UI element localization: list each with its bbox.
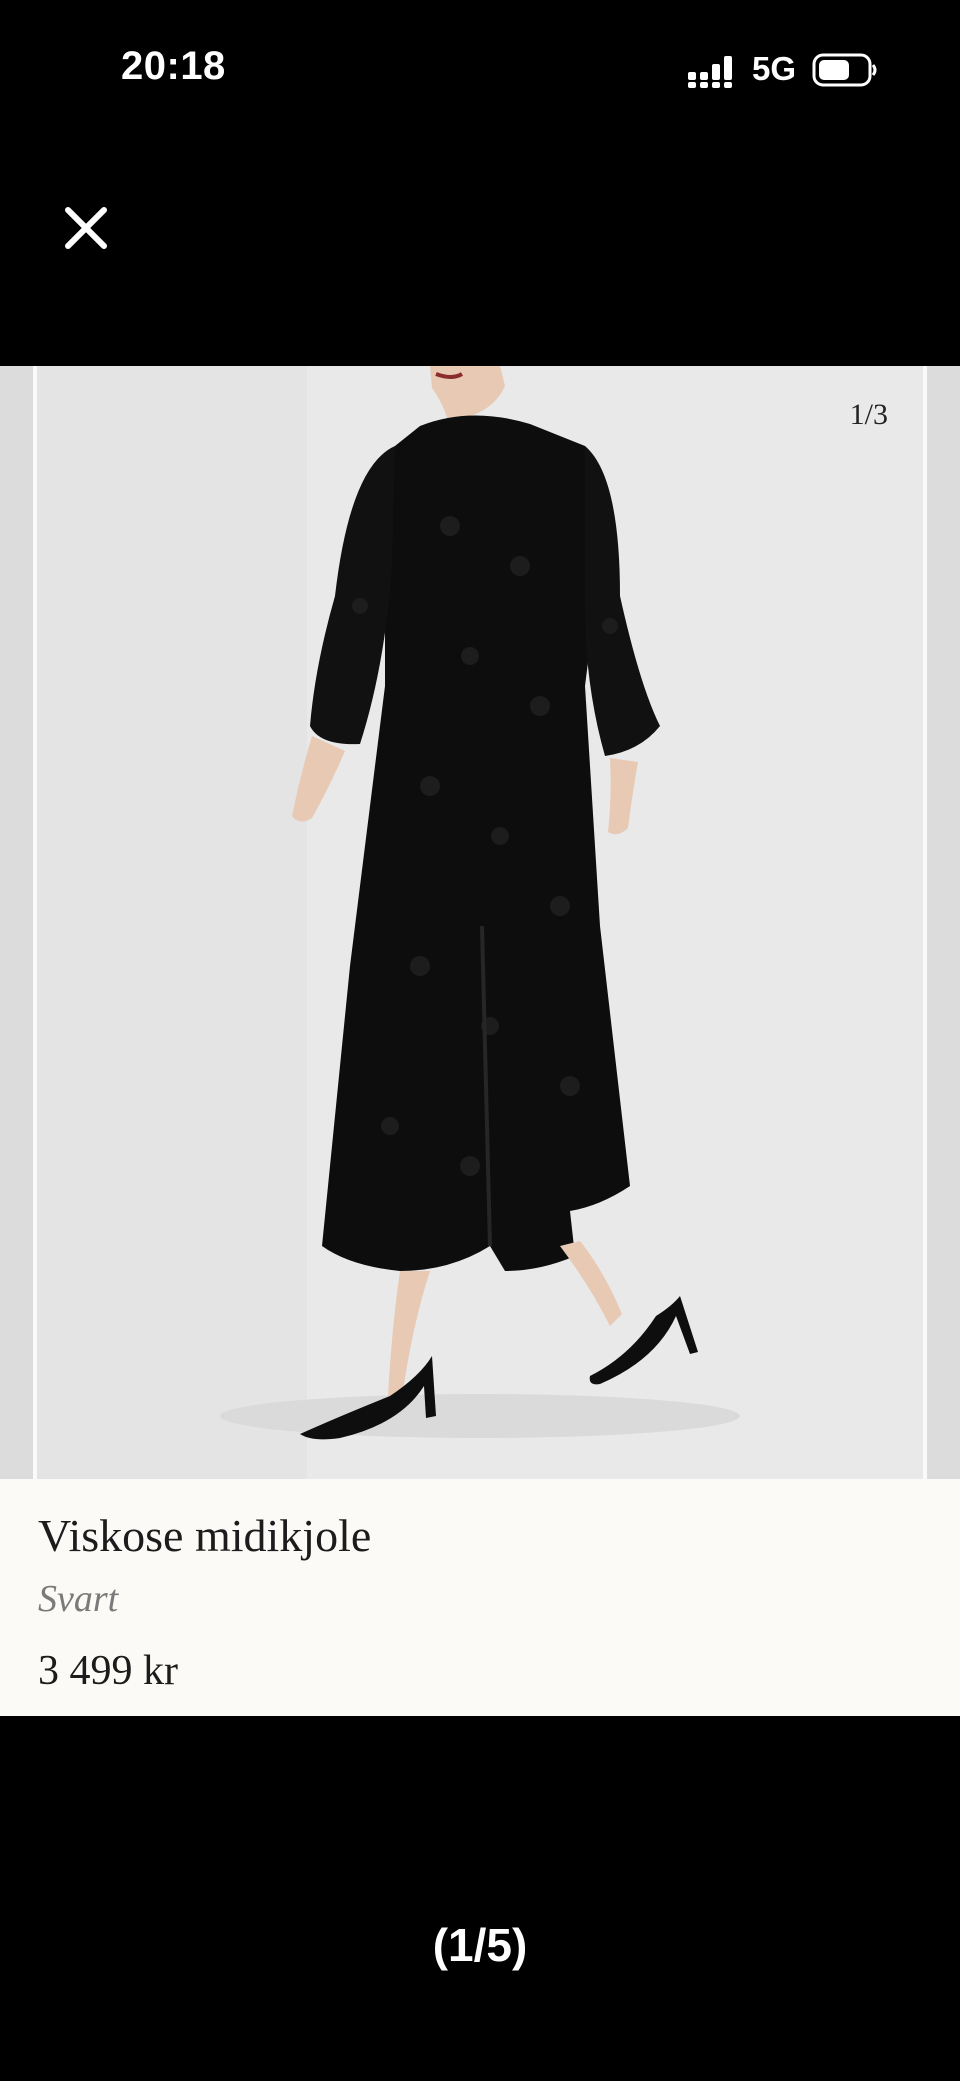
product-color: Svart [38,1578,119,1620]
page-indicator: (1/5) [432,1919,528,1971]
product-photo[interactable]: 1/3 [0,366,960,1479]
signal-icon [688,56,732,88]
close-icon[interactable] [58,200,114,256]
product-price: 3 499 kr [38,1648,178,1694]
status-time: 20:18 [121,44,226,88]
image-viewer[interactable]: 1/3 Viskose midikjole Svart 3 499 kr [0,366,960,1716]
image-counter: 1/3 [849,398,888,431]
product-name: Viskose midikjole [38,1510,372,1561]
battery-icon [812,53,877,87]
network-type: 5G [752,50,797,87]
product-info: Viskose midikjole Svart 3 499 kr [0,1479,960,1716]
status-bar: 20:18 5G [0,0,960,140]
